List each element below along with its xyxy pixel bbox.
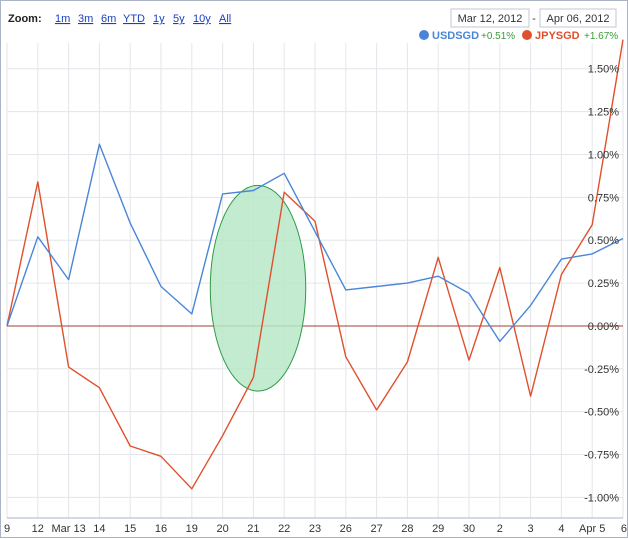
x-tick-label: 29 [432,523,444,535]
legend-series-name: USDSGD [432,30,479,42]
legend-series-change: +1.67% [584,31,618,42]
y-tick-label: 1.00% [588,149,619,161]
x-axis-labels: 9 12 Mar 13 14 15 16 19 20 21 22 23 26 27 28 29 30 2 3 4 Ap… [4,523,627,535]
x-tick-label: 14 [93,523,105,535]
legend-marker [419,30,429,40]
x-tick-label: 16 [155,523,167,535]
x-tick-label: Apr 5 [579,523,605,535]
zoom-option-1m[interactable]: 1m [55,13,70,25]
x-tick-label: 21 [247,523,259,535]
y-tick-label: 0.75% [588,192,619,204]
x-tick-label: 23 [309,523,321,535]
x-tick-label: 2 [497,523,503,535]
plot-area [6,39,624,519]
zoom-option-3m[interactable]: 3m [78,13,93,25]
x-tick-label: 12 [32,523,44,535]
y-axis-labels: 1.50% 1.25% 1.00% 0.75% 0.50% 0.25% 0.00% -0.25… [584,64,619,505]
zoom-toolbar: Zoom: 1m 3m 6m YTD 1y 5y 10y All [8,13,231,25]
y-tick-label: -0.25% [584,364,619,376]
x-tick-label: 3 [528,523,534,535]
legend-marker [522,30,532,40]
legend: USDSGD +0.51% JPYSGD +1.67% [419,30,618,42]
zoom-option-5y[interactable]: 5y [173,13,185,25]
x-tick-label: 30 [463,523,475,535]
y-tick-label: 0.00% [588,321,619,333]
x-tick-label: 22 [278,523,290,535]
legend-series-name: JPYSGD [535,30,580,42]
y-tick-label: -0.75% [584,450,619,462]
legend-item-jpysgd[interactable]: JPYSGD +1.67% [522,30,618,42]
legend-item-usdsgd[interactable]: USDSGD +0.51% [419,30,515,42]
zoom-option-10y[interactable]: 10y [193,13,211,25]
y-tick-label: 1.50% [588,64,619,76]
legend-series-change: +0.51% [481,31,515,42]
y-tick-label: 0.25% [588,278,619,290]
x-tick-label: 26 [340,523,352,535]
date-range: Mar 12, 2012 - Apr 06, 2012 [450,8,617,28]
x-tick-label: 28 [401,523,413,535]
highlight-layer [209,184,307,392]
chart-frame: Zoom: 1m 3m 6m YTD 1y 5y 10y All Mar 12, 2012 -… [0,0,628,538]
x-tick-label: 4 [558,523,564,535]
date-separator: - [532,13,536,25]
gridlines [6,43,624,519]
x-tick-label: 27 [370,523,382,535]
zoom-option-all[interactable]: All [219,13,231,25]
y-tick-label: 1.25% [588,107,619,119]
x-tick-label: Mar 13 [51,523,85,535]
x-tick-label: 15 [124,523,136,535]
highlight-ellipse [209,184,307,392]
zoom-option-ytd[interactable]: YTD [123,13,145,25]
zoom-option-6m[interactable]: 6m [101,13,116,25]
zoom-label: Zoom: [8,13,42,25]
y-tick-label: -0.50% [584,407,619,419]
date-to-input[interactable]: Apr 06, 2012 [547,13,610,25]
zoom-links: 1m 3m 6m YTD 1y 5y 10y All [55,13,231,25]
x-tick-label: 6 [621,523,627,535]
x-tick-label: 9 [4,523,10,535]
chart-svg: Zoom: 1m 3m 6m YTD 1y 5y 10y All Mar 12, 2012 -… [4,8,627,535]
y-tick-label: -1.00% [584,492,619,504]
date-from-input[interactable]: Mar 12, 2012 [458,13,523,25]
x-tick-label: 20 [216,523,228,535]
zoom-option-1y[interactable]: 1y [153,13,165,25]
y-tick-label: 0.50% [588,235,619,247]
x-tick-label: 19 [186,523,198,535]
